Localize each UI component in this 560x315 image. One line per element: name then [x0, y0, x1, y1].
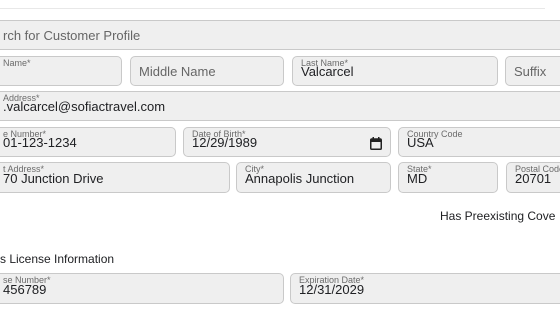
- search-input[interactable]: rch for Customer Profile: [0, 20, 560, 50]
- street-address-value: 70 Junction Drive: [3, 171, 104, 186]
- state-field[interactable]: State* MD: [398, 162, 498, 193]
- search-placeholder: rch for Customer Profile: [3, 27, 141, 43]
- country-code-value: USA: [407, 135, 434, 150]
- calendar-icon[interactable]: [370, 137, 382, 150]
- license-number-value: 456789: [3, 282, 47, 297]
- preexisting-coverage-label: Has Preexisting Cove: [440, 209, 556, 223]
- state-value: MD: [407, 171, 428, 186]
- city-value: Annapolis Junction: [245, 171, 355, 186]
- city-field[interactable]: City* Annapolis Junction: [236, 162, 391, 193]
- middle-name-field[interactable]: Middle Name: [130, 56, 284, 86]
- suffix-placeholder: Suffix: [514, 63, 547, 79]
- last-name-value: Valcarcel: [301, 64, 354, 79]
- email-field[interactable]: Address* .valcarcel@sofiactravel.com: [0, 91, 560, 121]
- date-of-birth-field[interactable]: Date of Birth* 12/29/1989: [183, 127, 391, 157]
- divider: [0, 8, 545, 9]
- country-code-field[interactable]: Country Code USA: [398, 127, 560, 157]
- postal-code-value: 20701: [515, 171, 552, 186]
- suffix-field[interactable]: Suffix: [505, 56, 560, 86]
- last-name-field[interactable]: Last Name* Valcarcel: [292, 56, 498, 86]
- expiration-date-field[interactable]: Expiration Date* 12/31/2029: [290, 273, 560, 304]
- phone-value: 01-123-1234: [3, 135, 77, 150]
- middle-name-placeholder: Middle Name: [139, 63, 216, 79]
- first-name-field[interactable]: Name*: [0, 56, 122, 86]
- street-address-field[interactable]: t Address* 70 Junction Drive: [0, 162, 230, 193]
- expiration-date-value: 12/31/2029: [299, 282, 365, 297]
- email-value: .valcarcel@sofiactravel.com: [3, 99, 166, 114]
- license-number-field[interactable]: se Number* 456789: [0, 273, 284, 304]
- phone-field[interactable]: e Number* 01-123-1234: [0, 127, 176, 157]
- license-section-title: s License Information: [0, 252, 115, 266]
- postal-code-field[interactable]: Postal Code 20701: [506, 162, 560, 193]
- date-of-birth-value: 12/29/1989: [192, 135, 258, 150]
